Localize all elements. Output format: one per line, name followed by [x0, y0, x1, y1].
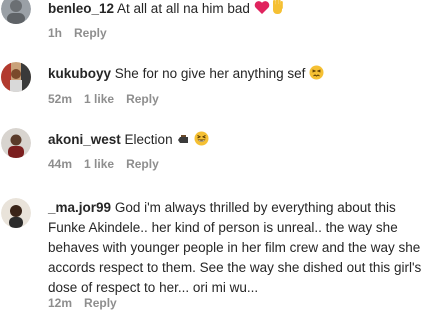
username[interactable]: _ma.jor99	[48, 200, 111, 215]
comment-text: At all at all na him bad	[117, 1, 250, 16]
comment-body: _ma.jor99 God i'm always thrilled by eve…	[48, 198, 431, 298]
comment-body: benleo_12 At all at all na him bad	[48, 0, 435, 21]
reply-button[interactable]: Reply	[126, 92, 159, 106]
waving-hand-icon	[270, 0, 285, 21]
coffin-icon	[176, 132, 190, 152]
comment-body: kukuboyy She for no give her anything se…	[48, 64, 435, 86]
reply-button[interactable]: Reply	[84, 296, 117, 310]
comment-feed: benleo_12 At all at all na him bad 1h Rep…	[0, 0, 441, 310]
comment-meta: 44m 1 like Reply	[48, 157, 171, 171]
comment-text: She for no give her anything sef	[114, 66, 306, 81]
avatar[interactable]	[1, 0, 31, 24]
username[interactable]: kukuboyy	[48, 66, 111, 81]
timestamp: 52m	[48, 92, 73, 106]
grinning-squinting-face-icon	[194, 131, 209, 152]
like-count[interactable]: 1 like	[84, 157, 114, 171]
timestamp: 1h	[48, 26, 63, 40]
avatar[interactable]	[1, 62, 31, 92]
comment-meta: 12m Reply	[48, 296, 129, 310]
timestamp: 44m	[48, 157, 73, 171]
persevering-face-icon	[309, 65, 324, 86]
like-count[interactable]: 1 like	[84, 92, 114, 106]
comment-body: akoni_west Election	[48, 130, 435, 152]
timestamp: 12m	[48, 296, 73, 310]
avatar[interactable]	[1, 128, 31, 158]
heart-icon	[254, 0, 270, 21]
reply-button[interactable]: Reply	[74, 26, 107, 40]
reply-button[interactable]: Reply	[126, 157, 159, 171]
comment-text: Election	[124, 132, 173, 147]
comment-meta: 1h Reply	[48, 26, 119, 40]
comment-meta: 52m 1 like Reply	[48, 92, 171, 106]
username[interactable]: benleo_12	[48, 1, 114, 16]
username[interactable]: akoni_west	[48, 132, 121, 147]
avatar[interactable]	[1, 198, 31, 228]
